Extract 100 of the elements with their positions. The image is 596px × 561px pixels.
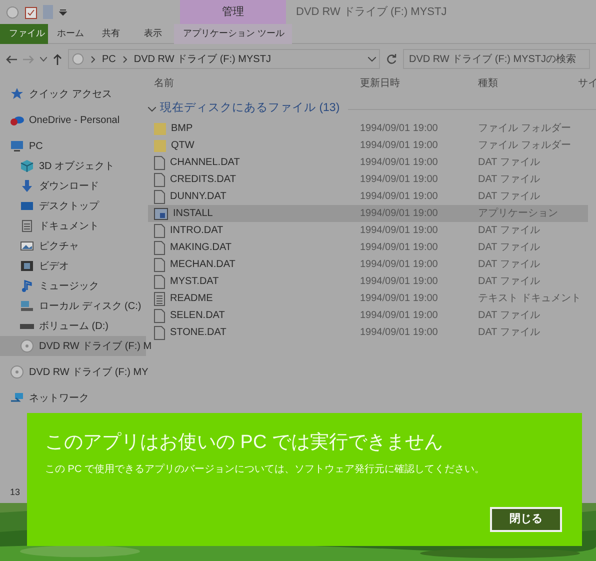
date-cell-text: 1994/09/01 19:00 bbox=[360, 224, 439, 238]
date-cell-text: 1994/09/01 19:00 bbox=[360, 173, 439, 187]
file-row[interactable]: MECHAN.DAT 1994/09/01 19:00 DAT ファイル bbox=[148, 256, 588, 273]
file-name: STONE.DAT bbox=[170, 326, 226, 340]
nav-item[interactable]: クイック アクセス bbox=[0, 84, 146, 104]
breadcrumb[interactable]: DVD RW ドライブ (F:) MYSTJ bbox=[134, 52, 271, 66]
file-row[interactable]: MAKING.DAT 1994/09/01 19:00 DAT ファイル bbox=[148, 239, 588, 256]
nav-label: ダウンロード bbox=[39, 180, 99, 194]
date-cell-text: 1994/09/01 19:00 bbox=[360, 292, 439, 306]
file-row[interactable]: CHANNEL.DAT 1994/09/01 19:00 DAT ファイル bbox=[148, 154, 588, 171]
window-title: DVD RW ドライブ (F:) MYSTJ bbox=[295, 4, 447, 20]
nav-item[interactable]: 3D オブジェクト bbox=[0, 156, 146, 176]
file-name: MYST.DAT bbox=[170, 275, 219, 289]
search-field[interactable]: DVD RW ドライブ (F:) MYSTJの検索 bbox=[403, 49, 590, 69]
nav-label: ドキュメント bbox=[39, 220, 99, 234]
date-cell-text: 1994/09/01 19:00 bbox=[360, 207, 439, 221]
file-row[interactable]: INTRO.DAT 1994/09/01 19:00 DAT ファイル bbox=[148, 222, 588, 239]
date-cell-text: 1994/09/01 19:00 bbox=[360, 156, 439, 170]
file-name: CREDITS.DAT bbox=[170, 173, 236, 187]
file-name: DUNNY.DAT bbox=[170, 190, 226, 204]
date-cell-text: 1994/09/01 19:00 bbox=[360, 326, 439, 340]
dialog-message: この PC で使用できるアプリのバージョンについては、ソフトウェア発行元に確認してください。 bbox=[45, 462, 486, 477]
ribbon-tab[interactable]: 表示 bbox=[132, 24, 174, 44]
context-tab-group: 管理 bbox=[180, 0, 286, 24]
date-cell-text: 1994/09/01 19:00 bbox=[360, 275, 439, 289]
file-row[interactable]: DUNNY.DAT 1994/09/01 19:00 DAT ファイル bbox=[148, 188, 588, 205]
nav-label: ボリューム (D:) bbox=[39, 320, 108, 334]
file-name: INSTALL bbox=[173, 207, 213, 221]
nav-label: OneDrive - Personal bbox=[29, 114, 120, 128]
nav-label: ミュージック bbox=[39, 280, 99, 294]
type-cell-text: DAT ファイル bbox=[478, 224, 540, 238]
address-field[interactable]: PC DVD RW ドライブ (F:) MYSTJ bbox=[68, 49, 380, 69]
column-header[interactable]: 名前 bbox=[148, 76, 354, 90]
type-cell-text: DAT ファイル bbox=[478, 190, 540, 204]
column-header[interactable]: 種類 bbox=[472, 76, 572, 90]
file-row[interactable]: BMP 1994/09/01 19:00 ファイル フォルダー bbox=[148, 120, 588, 137]
nav-item[interactable]: ビデオ bbox=[0, 256, 146, 276]
nav-item[interactable]: デスクトップ bbox=[0, 196, 146, 216]
type-cell-text: DAT ファイル bbox=[478, 275, 540, 289]
nav-label: 3D オブジェクト bbox=[39, 160, 115, 174]
nav-label: ローカル ディスク (C:) bbox=[39, 300, 142, 314]
nav-item[interactable]: ドキュメント bbox=[0, 216, 146, 236]
date-cell-text: 1994/09/01 19:00 bbox=[360, 190, 439, 204]
date-cell-text: 1994/09/01 19:00 bbox=[360, 309, 439, 323]
close-button[interactable]: 閉じる bbox=[490, 507, 562, 532]
nav-label: DVD RW ドライブ (F:) M bbox=[39, 340, 152, 354]
type-cell-text: DAT ファイル bbox=[478, 309, 540, 323]
nav-label: DVD RW ドライブ (F:) MY bbox=[29, 366, 148, 380]
file-name: CHANNEL.DAT bbox=[170, 156, 240, 170]
type-cell-text: アプリケーション bbox=[478, 206, 558, 221]
group-header[interactable]: 現在ディスクにあるファイル (13) bbox=[160, 100, 340, 118]
ribbon-tab[interactable]: ホーム bbox=[48, 24, 90, 44]
file-row[interactable]: README 1994/09/01 19:00 テキスト ドキュメント bbox=[148, 290, 588, 307]
type-cell-text: DAT ファイル bbox=[478, 241, 540, 255]
nav-label: PC bbox=[29, 140, 43, 154]
dialog-title: このアプリはお使いの PC では実行できません bbox=[45, 431, 444, 455]
nav-item[interactable]: ダウンロード bbox=[0, 176, 146, 196]
breadcrumb[interactable]: PC bbox=[102, 52, 116, 66]
status-text: 13 bbox=[10, 486, 20, 500]
date-cell-text: 1994/09/01 19:00 bbox=[360, 139, 439, 153]
nav-label: ネットワーク bbox=[29, 392, 89, 406]
type-cell-text: ファイル フォルダー bbox=[478, 122, 571, 136]
nav-item[interactable]: PC bbox=[0, 136, 146, 156]
file-name: README bbox=[170, 292, 213, 306]
type-cell-text: DAT ファイル bbox=[478, 173, 540, 187]
type-cell-text: DAT ファイル bbox=[478, 258, 540, 272]
type-cell-text: ファイル フォルダー bbox=[478, 139, 571, 153]
ribbon-tab[interactable]: 共有 bbox=[90, 24, 132, 44]
column-header[interactable]: サイ bbox=[572, 76, 596, 90]
nav-item[interactable]: OneDrive - Personal bbox=[0, 110, 146, 130]
nav-item[interactable]: ピクチャ bbox=[0, 236, 146, 256]
file-row[interactable]: MYST.DAT 1994/09/01 19:00 DAT ファイル bbox=[148, 273, 588, 290]
ribbon-tab[interactable]: アプリケーション ツール bbox=[174, 24, 292, 44]
nav-label: ピクチャ bbox=[39, 240, 79, 254]
nav-label: デスクトップ bbox=[39, 200, 99, 214]
date-cell-text: 1994/09/01 19:00 bbox=[360, 122, 439, 136]
nav-item[interactable]: ローカル ディスク (C:) bbox=[0, 296, 146, 316]
file-name: MECHAN.DAT bbox=[170, 258, 236, 272]
file-row[interactable]: QTW 1994/09/01 19:00 ファイル フォルダー bbox=[148, 137, 588, 154]
file-name: MAKING.DAT bbox=[170, 241, 232, 255]
file-name: QTW bbox=[171, 139, 194, 153]
file-row[interactable]: INSTALL 1994/09/01 19:00 アプリケーション bbox=[148, 205, 588, 222]
nav-item[interactable]: ボリューム (D:) bbox=[0, 316, 146, 336]
type-cell-text: テキスト ドキュメント bbox=[478, 292, 581, 306]
nav-item[interactable]: ミュージック bbox=[0, 276, 146, 296]
file-name: BMP bbox=[171, 122, 193, 136]
ribbon-tab[interactable]: ファイル bbox=[0, 24, 48, 44]
nav-label: ビデオ bbox=[39, 260, 69, 274]
nav-label: クイック アクセス bbox=[29, 88, 112, 102]
type-cell-text: DAT ファイル bbox=[478, 156, 540, 170]
nav-item[interactable]: ネットワーク bbox=[0, 388, 146, 408]
file-name: SELEN.DAT bbox=[170, 309, 225, 323]
file-name: INTRO.DAT bbox=[170, 224, 224, 238]
date-cell-text: 1994/09/01 19:00 bbox=[360, 258, 439, 272]
file-row[interactable]: SELEN.DAT 1994/09/01 19:00 DAT ファイル bbox=[148, 307, 588, 324]
type-cell-text: DAT ファイル bbox=[478, 326, 540, 340]
nav-item[interactable]: DVD RW ドライブ (F:) MY bbox=[0, 362, 146, 382]
date-cell-text: 1994/09/01 19:00 bbox=[360, 241, 439, 255]
column-header[interactable]: 更新日時 bbox=[354, 76, 472, 90]
file-row[interactable]: CREDITS.DAT 1994/09/01 19:00 DAT ファイル bbox=[148, 171, 588, 188]
